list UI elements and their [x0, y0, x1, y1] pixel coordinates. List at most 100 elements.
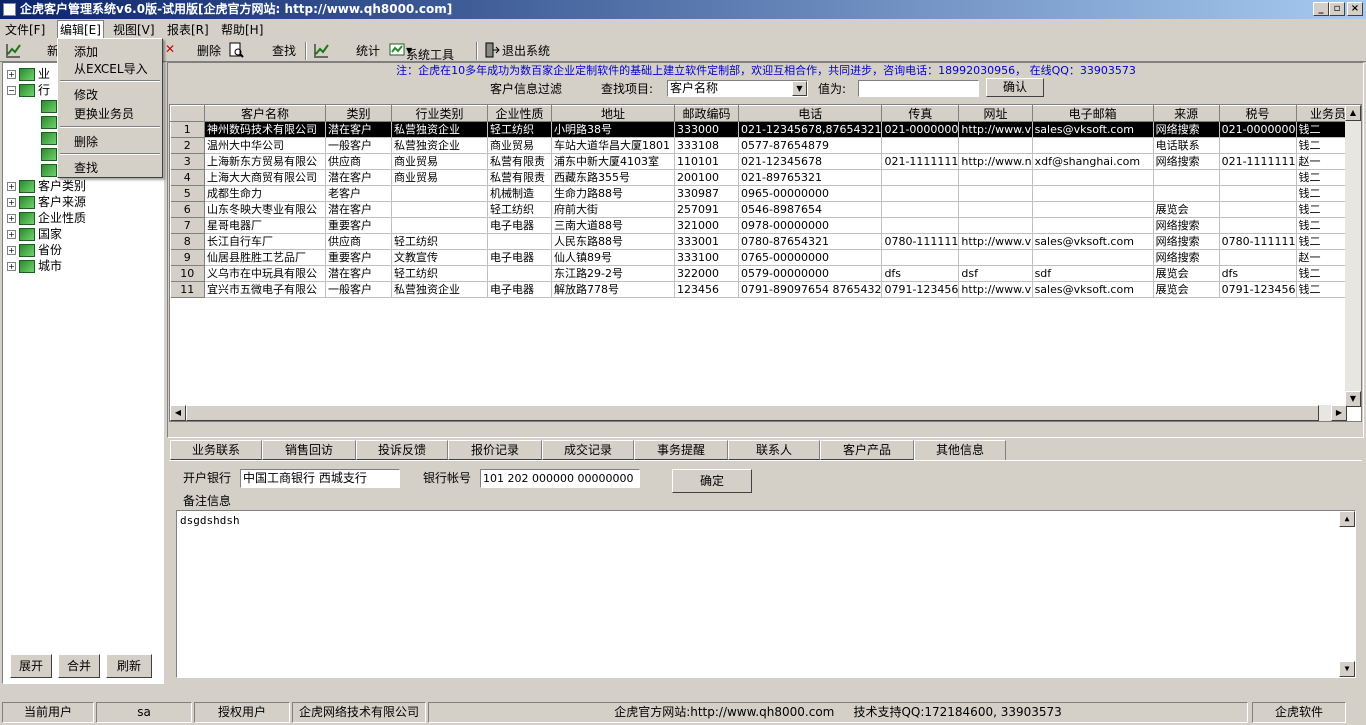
column-header[interactable]: 客户名称: [204, 105, 326, 122]
tree-item-province[interactable]: + 省份: [7, 242, 62, 258]
table-cell[interactable]: 浦东中新大厦4103室: [551, 153, 675, 170]
remark-textarea[interactable]: dsgdshdsh ▲ ▼: [176, 510, 1356, 678]
exit-button[interactable]: 退出系统: [502, 42, 550, 59]
row-number[interactable]: 7: [170, 217, 205, 234]
table-cell[interactable]: 潜在客户: [325, 169, 392, 186]
table-cell[interactable]: 展览会: [1153, 265, 1220, 282]
table-cell[interactable]: [1032, 217, 1154, 234]
table-cell[interactable]: 网络搜索: [1153, 121, 1220, 138]
tree-item-industry[interactable]: − 行: [7, 82, 50, 98]
table-cell[interactable]: [1219, 185, 1297, 202]
table-cell[interactable]: [487, 233, 552, 250]
column-header[interactable]: 网址: [958, 105, 1033, 122]
table-cell[interactable]: 展览会: [1153, 281, 1220, 298]
menu-item-delete[interactable]: 删除: [74, 133, 98, 150]
table-cell[interactable]: 0780-111111: [1219, 233, 1297, 250]
table-cell[interactable]: 文教宣传: [391, 249, 488, 266]
refresh-button[interactable]: 刷新: [106, 654, 152, 678]
table-cell[interactable]: 一般客户: [325, 281, 392, 298]
table-cell[interactable]: [881, 201, 960, 218]
table-cell[interactable]: 温州大中华公司: [204, 137, 326, 154]
table-cell[interactable]: 110101: [674, 153, 739, 170]
expand-icon[interactable]: +: [7, 70, 16, 79]
table-cell[interactable]: 星哥电器厂: [204, 217, 326, 234]
table-cell[interactable]: 私营独资企业: [391, 281, 488, 298]
expand-icon[interactable]: +: [7, 246, 16, 255]
tree-item-country[interactable]: + 国家: [7, 226, 62, 242]
menu-edit[interactable]: 编辑[E]: [57, 20, 104, 39]
table-cell[interactable]: 三南大道88号: [551, 217, 675, 234]
table-cell[interactable]: 供应商: [325, 153, 392, 170]
table-cell[interactable]: 0978-00000000: [738, 217, 883, 234]
table-cell[interactable]: http://www.v: [958, 281, 1033, 298]
table-cell[interactable]: 解放路778号: [551, 281, 675, 298]
table-cell[interactable]: [958, 169, 1033, 186]
menu-item-change-salesman[interactable]: 更换业务员: [74, 105, 134, 122]
column-header[interactable]: 企业性质: [487, 105, 552, 122]
table-cell[interactable]: 021-0000000: [881, 121, 960, 138]
column-header[interactable]: 电子邮箱: [1031, 105, 1154, 122]
table-cell[interactable]: 重要客户: [325, 217, 392, 234]
tree-item-business[interactable]: + 业: [7, 66, 50, 82]
table-row[interactable]: 3 上海新东方贸易有限公 供应商 商业贸易 私营有限责 浦东中新大厦4103室 110101…: [170, 153, 1361, 170]
expand-icon[interactable]: +: [7, 198, 16, 207]
table-cell[interactable]: 商业贸易: [391, 153, 488, 170]
row-number[interactable]: 11: [170, 281, 205, 298]
table-cell[interactable]: 021-1111111: [881, 153, 960, 170]
tab-other-info[interactable]: 其他信息: [914, 440, 1006, 461]
tab-complaint[interactable]: 投诉反馈: [356, 440, 448, 460]
table-cell[interactable]: 0965-00000000: [738, 185, 883, 202]
row-number[interactable]: 2: [170, 137, 205, 154]
table-cell[interactable]: [881, 249, 960, 266]
table-cell[interactable]: [1032, 137, 1154, 154]
filter-field-select[interactable]: 客户名称 ▼: [667, 80, 808, 97]
table-cell[interactable]: sales@vksoft.com: [1032, 233, 1154, 250]
table-cell[interactable]: 021-12345678,87654321: [738, 121, 883, 138]
table-row[interactable]: 1 神州数码技术有限公司 潜在客户 私营独资企业 轻工纺织 小明路38号 333000 021…: [170, 121, 1361, 138]
table-cell[interactable]: 0780-87654321: [738, 233, 883, 250]
table-row[interactable]: 11 宜兴市五微电子有限公 一般客户 私营独资企业 电子电器 解放路778号 123456 0…: [170, 281, 1361, 298]
table-cell[interactable]: 轻工纺织: [487, 201, 552, 218]
row-number[interactable]: 10: [170, 265, 205, 282]
menu-item-add[interactable]: 添加: [74, 43, 98, 60]
table-cell[interactable]: 宜兴市五微电子有限公: [204, 281, 326, 298]
column-header[interactable]: 邮政编码: [674, 105, 739, 122]
tab-deal[interactable]: 成交记录: [542, 440, 634, 460]
scroll-down-icon[interactable]: ▼: [1339, 661, 1355, 677]
table-cell[interactable]: 西藏东路355号: [551, 169, 675, 186]
table-cell[interactable]: [881, 137, 960, 154]
column-header[interactable]: 行业类别: [391, 105, 488, 122]
table-cell[interactable]: [1219, 137, 1297, 154]
table-cell[interactable]: dsf: [958, 265, 1033, 282]
table-cell[interactable]: [1219, 249, 1297, 266]
table-cell[interactable]: 一般客户: [325, 137, 392, 154]
table-cell[interactable]: [1219, 201, 1297, 218]
scroll-right-icon[interactable]: ▶: [1331, 405, 1347, 421]
table-cell[interactable]: 成都生命力: [204, 185, 326, 202]
merge-button[interactable]: 合并: [58, 654, 100, 678]
table-cell[interactable]: 333108: [674, 137, 739, 154]
table-cell[interactable]: 私营有限责: [487, 169, 552, 186]
tab-sales-visit[interactable]: 销售回访: [262, 440, 356, 460]
table-cell[interactable]: [958, 185, 1033, 202]
menu-report[interactable]: 报表[R]: [167, 21, 209, 38]
table-cell[interactable]: [1032, 185, 1154, 202]
table-cell[interactable]: 生命力路88号: [551, 185, 675, 202]
table-cell[interactable]: 小明路38号: [551, 121, 675, 138]
maximize-button[interactable]: ▫: [1329, 2, 1345, 16]
table-cell[interactable]: 321000: [674, 217, 739, 234]
filter-confirm-button[interactable]: 确认: [986, 78, 1044, 97]
grid-vertical-scrollbar[interactable]: ▲ ▼: [1345, 105, 1361, 407]
row-number[interactable]: 8: [170, 233, 205, 250]
table-cell[interactable]: 0577-87654879: [738, 137, 883, 154]
tab-contacts[interactable]: 联系人: [728, 440, 820, 460]
expand-icon[interactable]: +: [7, 214, 16, 223]
table-cell[interactable]: [958, 217, 1033, 234]
row-number[interactable]: 1: [170, 121, 205, 138]
table-cell[interactable]: 网络搜索: [1153, 153, 1220, 170]
row-number[interactable]: 3: [170, 153, 205, 170]
detail-ok-button[interactable]: 确定: [672, 469, 752, 493]
table-cell[interactable]: 330987: [674, 185, 739, 202]
table-cell[interactable]: 网络搜索: [1153, 217, 1220, 234]
table-cell[interactable]: dfs: [881, 265, 960, 282]
